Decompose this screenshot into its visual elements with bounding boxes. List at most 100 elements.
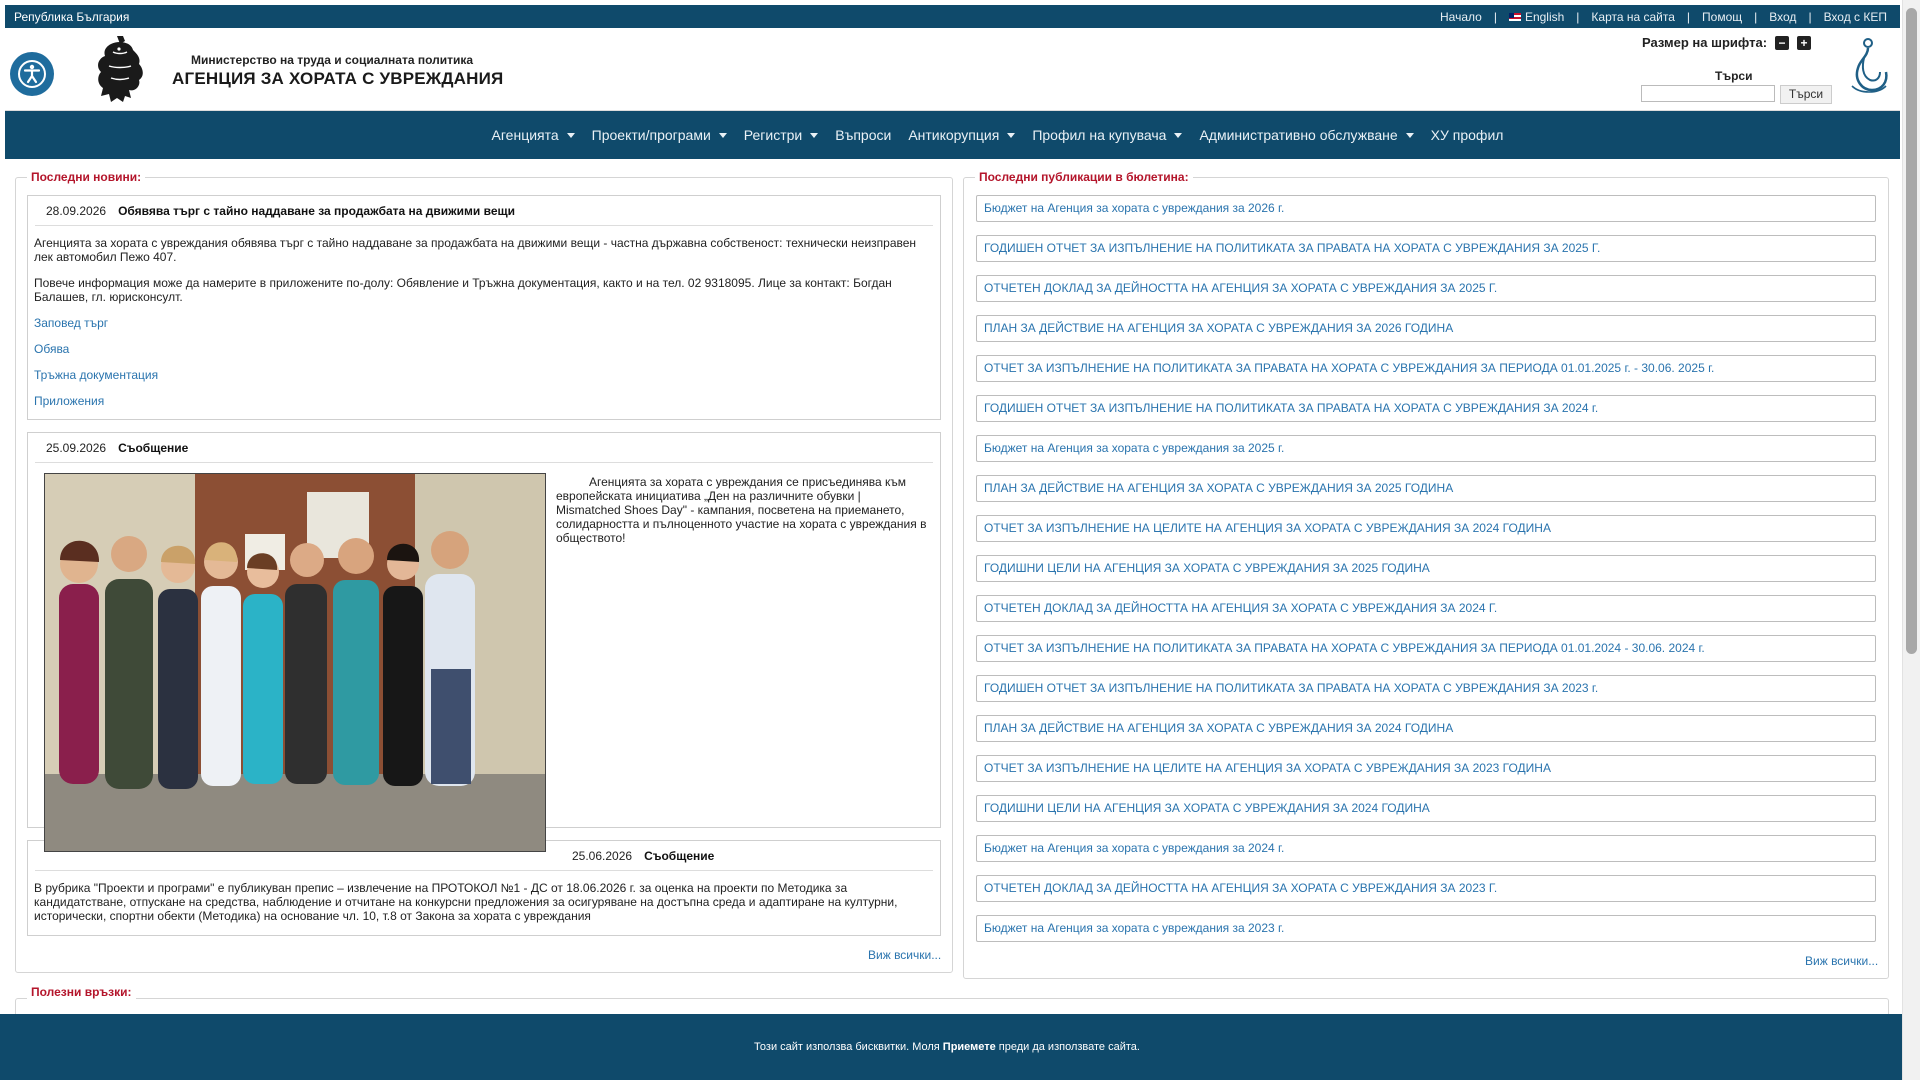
nav-label: Регистри: [743, 127, 803, 143]
nav-label: Профил на купувача: [1032, 127, 1167, 143]
bulletin-item[interactable]: ОТЧЕТЕН ДОКЛАД ЗА ДЕЙНОСТТА НА АГЕНЦИЯ З…: [976, 595, 1876, 622]
news-header: 25.06.2026 Съобщение: [35, 849, 933, 871]
news-photo[interactable]: [44, 473, 546, 852]
page-scrollbar[interactable]: [1902, 0, 1920, 1080]
font-increase-button[interactable]: +: [1797, 35, 1812, 50]
country-label: Република България: [14, 9, 130, 24]
news-date: 25.09.2026: [46, 441, 107, 455]
nav-label: Проекти/програми: [591, 127, 711, 143]
bulletin-item[interactable]: Бюджет на Агенция за хората с увреждания…: [976, 195, 1876, 222]
bulletin-item[interactable]: ПЛАН ЗА ДЕЙСТВИЕ НА АГЕНЦИЯ ЗА ХОРАТА С …: [976, 475, 1876, 502]
nav-item-questions[interactable]: Въпроси: [835, 127, 891, 143]
cookie-text-after: преди да използвате сайта.: [998, 1041, 1140, 1053]
bulletin-item[interactable]: ПЛАН ЗА ДЕЙСТВИЕ НА АГЕНЦИЯ ЗА ХОРАТА С …: [976, 315, 1876, 342]
nav-item-hu-profile[interactable]: ХУ профил: [1431, 127, 1504, 143]
english-label: English: [1524, 9, 1565, 24]
accessibility-icon: [18, 60, 46, 88]
attachment-link-notice[interactable]: Обява: [34, 342, 69, 356]
header: Министерство на труда и социалната полит…: [5, 28, 1900, 111]
bulletin-item[interactable]: ОТЧЕТ ЗА ИЗПЪЛНЕНИЕ НА ЦЕЛИТЕ НА АГЕНЦИЯ…: [976, 755, 1876, 782]
nav-label: Административно обслужване: [1199, 127, 1398, 143]
bulletin-item[interactable]: ОТЧЕТ ЗА ИЗПЪЛНЕНИЕ НА ЦЕЛИТЕ НА АГЕНЦИЯ…: [976, 515, 1876, 542]
cookie-banner: Този сайт използва бисквитки. Моля Прием…: [0, 1014, 1902, 1080]
nav-item-projects[interactable]: Проекти/програми: [592, 127, 727, 143]
bulletin-legend: Последни публикации в бюлетина:: [975, 170, 1193, 184]
bulletin-item[interactable]: ОТЧЕТ ЗА ИЗПЪЛНЕНИЕ НА ПОЛИТИКАТА ЗА ПРА…: [976, 635, 1876, 662]
agency-emblem-icon: [1851, 38, 1888, 93]
group-photo-image: [45, 474, 545, 851]
bulletin-item[interactable]: Бюджет на Агенция за хората с увреждания…: [976, 835, 1876, 862]
news-header: 28.09.2026 Обявява търг с тайно наддаван…: [35, 204, 933, 226]
top-link-english[interactable]: English: [1508, 9, 1565, 24]
chevron-down-icon: [1174, 132, 1183, 138]
chevron-down-icon: [1007, 132, 1016, 138]
top-link-home[interactable]: Начало: [1440, 10, 1482, 24]
bulletin-view-all-link[interactable]: Виж всички...: [1805, 954, 1878, 968]
top-link-login[interactable]: Вход: [1769, 10, 1796, 24]
cookie-accept-link[interactable]: Приемете: [943, 1041, 996, 1053]
bulletin-item[interactable]: ГОДИШЕН ОТЧЕТ ЗА ИЗПЪЛНЕНИЕ НА ПОЛИТИКАТ…: [976, 395, 1876, 422]
news-date: 28.09.2026: [46, 204, 107, 218]
top-link-login-kep[interactable]: Вход с КЕП: [1824, 10, 1887, 24]
attachment-link-appendices[interactable]: Приложения: [34, 394, 104, 408]
news-title[interactable]: Обявява търг с тайно наддаване за продаж…: [118, 204, 515, 225]
nav-label: Антикорупция: [908, 127, 1000, 143]
bulletin-item[interactable]: ОТЧЕТЕН ДОКЛАД ЗА ДЕЙНОСТТА НА АГЕНЦИЯ З…: [976, 275, 1876, 302]
top-link-sitemap[interactable]: Карта на сайта: [1591, 10, 1675, 24]
bulletin-item[interactable]: ГОДИШНИ ЦЕЛИ НА АГЕНЦИЯ ЗА ХОРАТА С УВРЕ…: [976, 795, 1876, 822]
top-links: Начало | English | Карта на сайта | Помо…: [1440, 10, 1891, 24]
news-paragraph: В рубрика "Проекти и програми" е публику…: [34, 881, 898, 923]
bulletin-item[interactable]: Бюджет на Агенция за хората с увреждания…: [976, 915, 1876, 942]
font-decrease-button[interactable]: −: [1775, 35, 1790, 50]
bulletin-item[interactable]: ГОДИШЕН ОТЧЕТ ЗА ИЗПЪЛНЕНИЕ НА ПОЛИТИКАТ…: [976, 235, 1876, 262]
useful-links-legend: Полезни връзки:: [27, 985, 136, 999]
separator: |: [1754, 9, 1758, 24]
uk-flag-icon: [1508, 13, 1521, 22]
news-title[interactable]: Съобщение: [644, 849, 714, 870]
news-header: 25.09.2026 Съобщение: [35, 441, 933, 463]
attachment-link-order[interactable]: Заповед търг: [34, 316, 108, 330]
news-item-auction: 28.09.2026 Обявява търг с тайно наддаван…: [27, 195, 941, 420]
search-label: Търси: [1715, 69, 1753, 83]
nav-item-admin-services[interactable]: Административно обслужване: [1199, 127, 1414, 143]
nav-item-agency[interactable]: Агенцията: [492, 127, 575, 143]
bulletin-item[interactable]: ПЛАН ЗА ДЕЙСТВИЕ НА АГЕНЦИЯ ЗА ХОРАТА С …: [976, 715, 1876, 742]
news-title[interactable]: Съобщение: [118, 441, 188, 462]
agency-name[interactable]: АГЕНЦИЯ ЗА ХОРАТА С УВРЕЖДАНИЯ: [172, 69, 503, 89]
news-item-protocol: 25.06.2026 Съобщение В рубрика "Проекти …: [27, 840, 941, 936]
chevron-down-icon: [566, 132, 575, 138]
top-link-help[interactable]: Помощ: [1702, 10, 1742, 24]
nav-item-registers[interactable]: Регистри: [743, 127, 819, 143]
bulletin-item[interactable]: ОТЧЕТ ЗА ИЗПЪЛНЕНИЕ НА ПОЛИТИКАТА ЗА ПРА…: [976, 355, 1876, 382]
chevron-down-icon: [718, 132, 727, 138]
search-button[interactable]: Търси: [1780, 85, 1832, 104]
scrollbar-thumb[interactable]: [1906, 8, 1917, 654]
bulletin-item[interactable]: ГОДИШНИ ЦЕЛИ НА АГЕНЦИЯ ЗА ХОРАТА С УВРЕ…: [976, 555, 1876, 582]
font-size-control: Размер на шрифта: − +: [1642, 35, 1812, 50]
nav-item-anticorruption[interactable]: Антикорупция: [908, 127, 1016, 143]
top-bar: Република България Начало | English | Ка…: [5, 5, 1900, 28]
attachment-link-tender-docs[interactable]: Тръжна документация: [34, 368, 158, 382]
bulletin-item[interactable]: ОТЧЕТЕН ДОКЛАД ЗА ДЕЙНОСТТА НА АГЕНЦИЯ З…: [976, 875, 1876, 902]
font-size-label: Размер на шрифта:: [1642, 35, 1768, 50]
news-date: 25.06.2026: [572, 849, 633, 863]
news-view-all-link[interactable]: Виж всички...: [868, 948, 941, 962]
separator: |: [1686, 9, 1691, 24]
separator: |: [1808, 9, 1812, 24]
nav-label: ХУ профил: [1430, 127, 1504, 143]
separator: |: [1576, 9, 1580, 24]
cookie-text-before: Този сайт използва бисквитки. Моля: [754, 1041, 940, 1053]
bulgarian-crest-logo[interactable]: [89, 32, 151, 104]
accessibility-button[interactable]: [10, 52, 54, 96]
bulletin-item[interactable]: Бюджет на Агенция за хората с увреждания…: [976, 435, 1876, 462]
news-paragraph: Повече информация може да намерите в при…: [34, 276, 892, 304]
separator: |: [1493, 9, 1497, 24]
search-input[interactable]: [1641, 85, 1775, 102]
chevron-down-icon: [1405, 132, 1414, 138]
bulletin-item[interactable]: ГОДИШЕН ОТЧЕТ ЗА ИЗПЪЛНЕНИЕ НА ПОЛИТИКАТ…: [976, 675, 1876, 702]
news-paragraph: Агенцията за хората с увреждания обявява…: [34, 236, 917, 264]
nav-item-buyer-profile[interactable]: Профил на купувача: [1032, 127, 1183, 143]
ministry-name: Министерство на труда и социалната полит…: [191, 53, 474, 67]
chevron-down-icon: [810, 132, 819, 138]
nav-label: Агенцията: [491, 127, 559, 143]
